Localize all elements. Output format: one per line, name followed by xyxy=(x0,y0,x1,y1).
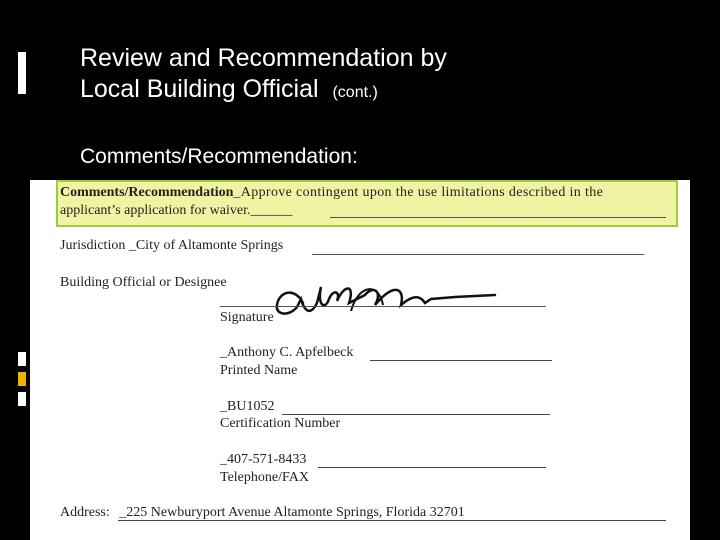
jurisdiction-row: Jurisdiction _City of Altamonte Springs xyxy=(60,238,283,254)
official-label: Building Official or Designee xyxy=(60,275,227,290)
certification-underline xyxy=(282,414,550,415)
signature-image xyxy=(275,286,497,315)
printed-name-underline xyxy=(370,360,552,361)
slide-subtitle: Comments/Recommendation: xyxy=(80,145,358,168)
jurisdiction-underline xyxy=(312,254,644,255)
comments-text-line-2: applicant’s application for waiver._____… xyxy=(60,203,293,218)
title-line-1: Review and Recommendation by xyxy=(80,44,447,72)
comments-text-line-1: _Approve contingent upon the use limitat… xyxy=(233,185,604,200)
address-value: _225 Newburyport Avenue Altamonte Spring… xyxy=(119,505,465,520)
phone-value: _407-571-8433 xyxy=(220,452,307,467)
accent-bar xyxy=(18,352,26,366)
jurisdiction-value: _City of Altamonte Springs xyxy=(128,238,284,253)
comments-label: Comments/Recommendation xyxy=(60,185,234,200)
comments-line-1: Comments/Recommendation_Approve continge… xyxy=(60,185,603,201)
accent-bar xyxy=(18,372,26,386)
signature-label: Signature xyxy=(220,310,274,325)
address-underline xyxy=(118,520,666,521)
comments-line-2: applicant’s application for waiver._____… xyxy=(60,203,293,219)
scanned-form: Comments/Recommendation_Approve continge… xyxy=(30,180,690,540)
certification-value: _BU1052 xyxy=(220,399,275,414)
phone-underline xyxy=(318,467,546,468)
address-row: Address: _225 Newburyport Avenue Altamon… xyxy=(60,505,465,521)
title-suffix: (cont.) xyxy=(332,84,378,101)
printed-name-value: _Anthony C. Apfelbeck xyxy=(220,345,354,360)
title-line-2-text: Local Building Official xyxy=(80,75,319,103)
accent-bar xyxy=(18,52,26,94)
phone-label: Telephone/FAX xyxy=(220,470,309,485)
title-line-2: Local Building Official (cont.) xyxy=(80,74,447,108)
printed-name-label: Printed Name xyxy=(220,363,298,378)
slide-title: Review and Recommendation by Local Build… xyxy=(80,43,447,108)
signature-line xyxy=(220,306,546,307)
comments-underline xyxy=(330,217,666,218)
jurisdiction-label: Jurisdiction xyxy=(60,238,126,253)
address-label: Address: xyxy=(60,505,110,520)
certification-label: Certification Number xyxy=(220,416,341,431)
accent-bar xyxy=(18,392,26,406)
